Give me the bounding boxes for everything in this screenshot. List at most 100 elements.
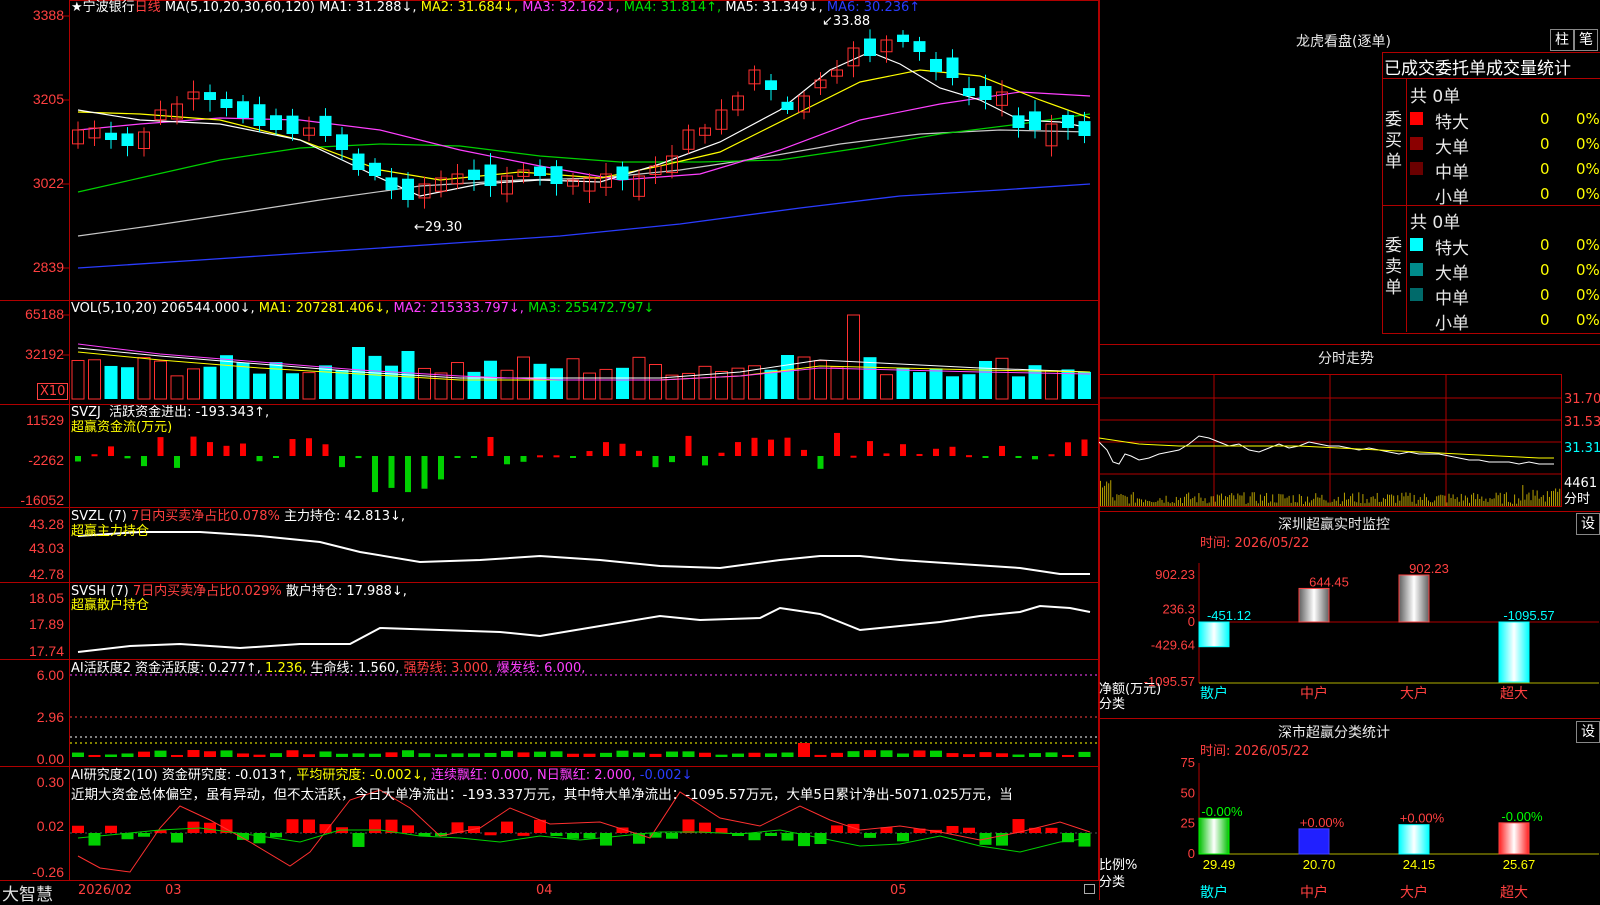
intraday-volume-bar bbox=[1307, 496, 1309, 506]
period-label[interactable]: 日线 bbox=[135, 0, 161, 15]
intraday-volume-bar bbox=[1124, 495, 1126, 506]
svzj-bar bbox=[372, 456, 378, 493]
classify-value-label: 24.15 bbox=[1403, 857, 1436, 872]
bar-mode-button[interactable]: 柱 bbox=[1550, 29, 1574, 51]
ai-active-bar bbox=[517, 752, 530, 757]
candle bbox=[946, 49, 959, 86]
intraday-volume-bar bbox=[1163, 502, 1165, 506]
svzj-bar bbox=[867, 441, 873, 456]
intraday-volume-bar bbox=[1448, 493, 1450, 506]
vol-tick-1: 65188 bbox=[25, 306, 64, 322]
svzj-bar bbox=[586, 451, 593, 456]
ai-active-bar bbox=[633, 752, 645, 757]
intraday-volume-bar bbox=[1229, 494, 1231, 506]
intraday-volume-bar bbox=[1302, 503, 1304, 506]
monitor-settings-button[interactable]: 设 bbox=[1576, 513, 1600, 535]
intraday-volume-bar bbox=[1309, 502, 1311, 506]
favorite-star-icon[interactable]: ★ bbox=[71, 0, 83, 15]
intraday-volume-bar bbox=[1524, 499, 1526, 506]
intraday-volume-bar bbox=[1292, 495, 1294, 506]
ai-research-bar bbox=[72, 825, 84, 833]
candle bbox=[484, 153, 497, 197]
svzj-bar bbox=[751, 437, 758, 456]
intraday-volume-bar bbox=[1196, 502, 1198, 506]
monitor-category-label: 中户 bbox=[1300, 685, 1328, 701]
intraday-volume-bar bbox=[1462, 500, 1464, 506]
intraday-volume-bar bbox=[1128, 503, 1130, 506]
intraday-volume-bar bbox=[1432, 502, 1434, 506]
volume-bar bbox=[1045, 370, 1058, 400]
candle bbox=[253, 96, 266, 132]
classify-category-label: 大户 bbox=[1400, 884, 1428, 900]
svsh-tick-3: 17.74 bbox=[28, 643, 64, 659]
candle bbox=[748, 65, 761, 91]
ai-active-bar bbox=[715, 754, 728, 757]
ai-active-bar bbox=[765, 753, 777, 757]
intraday-volume-bar bbox=[1288, 495, 1290, 506]
intraday-volume-bar bbox=[1149, 501, 1151, 506]
svzj-bar bbox=[322, 444, 329, 456]
intraday-volume-bar bbox=[1446, 502, 1448, 506]
intraday-volume-bar bbox=[1364, 503, 1366, 506]
svzj-bar bbox=[900, 444, 906, 456]
ai-active-tick-3: 0.00 bbox=[36, 751, 64, 767]
volume-bar bbox=[269, 362, 283, 399]
candle bbox=[319, 108, 332, 142]
buy-row-label: 特大 bbox=[1435, 113, 1469, 133]
svzj-bar bbox=[1032, 456, 1038, 460]
intraday-volume-bar bbox=[1333, 499, 1335, 506]
svzj-bar bbox=[949, 446, 956, 456]
lock-icon[interactable] bbox=[1084, 884, 1095, 894]
sell-swatch bbox=[1410, 263, 1423, 276]
svsh-subtitle: 超赢散户持仓 bbox=[71, 598, 150, 613]
main-chart-svg[interactable] bbox=[0, 0, 1100, 900]
intraday-chart[interactable] bbox=[1099, 370, 1600, 512]
tick-mode-button[interactable]: 笔 bbox=[1574, 29, 1598, 51]
svzj-bar bbox=[784, 437, 791, 456]
candle bbox=[550, 160, 563, 196]
intraday-volume-bar bbox=[1520, 500, 1522, 506]
volume-bar bbox=[764, 369, 778, 399]
svzj-bar bbox=[405, 456, 411, 493]
intraday-volume-bar bbox=[1538, 498, 1540, 506]
ma120-line bbox=[77, 183, 1091, 269]
ai-active-bar bbox=[996, 753, 1008, 757]
ai-research-tick-3: -0.26 bbox=[32, 864, 64, 880]
volume-bar bbox=[187, 368, 200, 400]
candle bbox=[1062, 110, 1074, 140]
buy-swatch bbox=[1410, 162, 1423, 175]
price-tick-3: 3022 bbox=[32, 175, 64, 191]
svzj-bar bbox=[669, 456, 675, 463]
classify-settings-button[interactable]: 设 bbox=[1576, 721, 1600, 743]
intraday-volume-bar bbox=[1352, 493, 1354, 506]
order-stats-title: 已成交委托单成交量统计 bbox=[1384, 59, 1571, 79]
svzj-bar bbox=[421, 456, 428, 489]
intraday-volume-bar bbox=[1401, 492, 1403, 506]
volume-bar bbox=[302, 372, 316, 400]
intraday-volume-bar bbox=[1194, 496, 1196, 506]
volume-bar bbox=[104, 365, 118, 399]
ai-active-bar bbox=[402, 750, 414, 757]
high-annotation: ↙33.88 bbox=[822, 14, 871, 29]
svzj-header: SVZJ 活跃资金进出: -193.343↑, bbox=[71, 405, 270, 420]
svzj-bar bbox=[256, 456, 263, 462]
intraday-volume-bar bbox=[1317, 497, 1319, 506]
monitor-value-label: -1095.57 bbox=[1503, 608, 1554, 623]
vol-unit-badge[interactable]: X10 bbox=[37, 383, 69, 400]
ai-active-tick-2: 2.96 bbox=[36, 709, 64, 725]
intraday-volume-bar bbox=[1434, 500, 1436, 506]
ai-active-bar bbox=[204, 751, 216, 757]
svzj-bar bbox=[883, 453, 890, 456]
ai-research-bar bbox=[138, 833, 150, 837]
ma2-value: MA2: 31.684↓, bbox=[420, 0, 519, 15]
intraday-volume-bar bbox=[1208, 502, 1210, 506]
time-tick-03: 03 bbox=[165, 883, 182, 898]
ai-research-bar bbox=[105, 825, 117, 833]
ai-active-bar bbox=[484, 752, 497, 757]
ai-active-bar bbox=[435, 754, 447, 757]
ai-active-bar bbox=[303, 754, 315, 757]
classify-unit: 比例% bbox=[1099, 858, 1138, 873]
svzj-bar bbox=[1081, 439, 1088, 456]
monitor-value-label: 644.45 bbox=[1309, 574, 1349, 589]
intraday-volume-bar bbox=[1159, 498, 1161, 506]
